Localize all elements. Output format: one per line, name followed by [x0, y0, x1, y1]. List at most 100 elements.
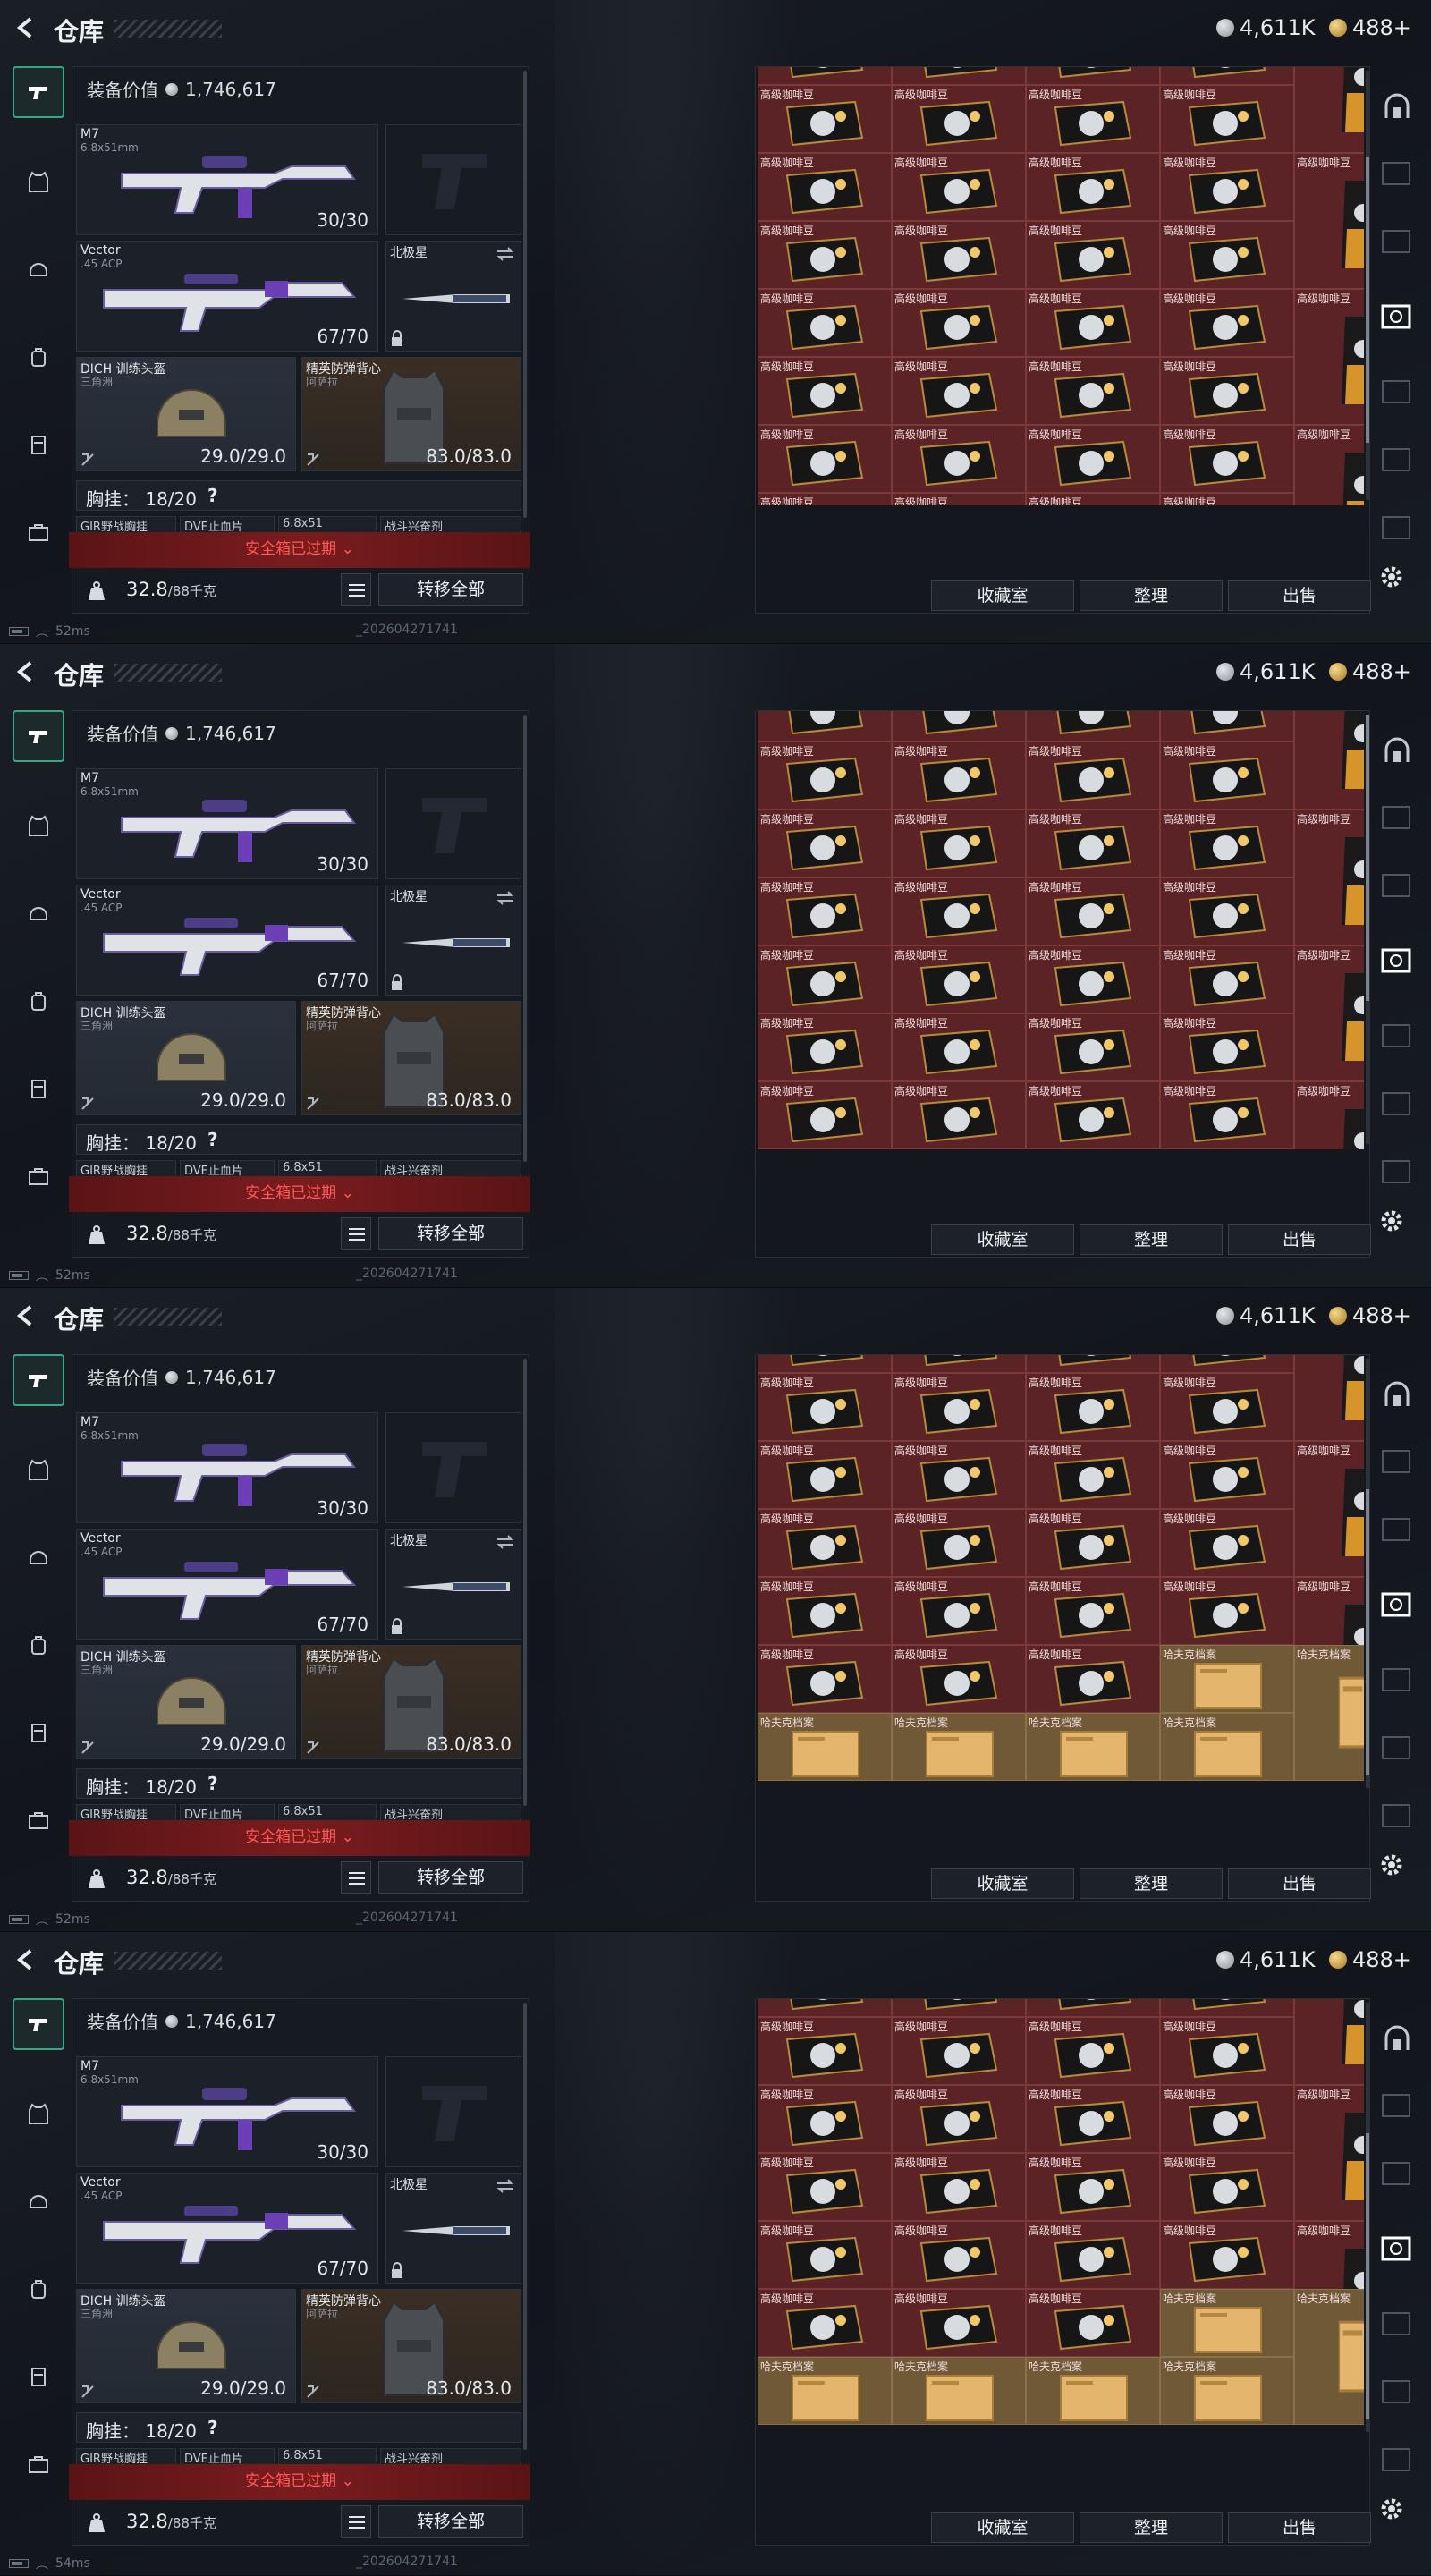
- coffee-item[interactable]: 高级咖啡豆: [892, 221, 1026, 289]
- coffee-item[interactable]: 高级咖啡豆: [892, 711, 1026, 741]
- stash-scroll-thumb[interactable]: [1366, 715, 1369, 1001]
- coffee-item[interactable]: 高级咖啡豆: [1026, 711, 1160, 741]
- gear-icon[interactable]: [1378, 2496, 1405, 2522]
- nav-armor[interactable]: [13, 1444, 64, 1496]
- coffee-item[interactable]: 高级咖啡豆: [1026, 221, 1160, 289]
- nav-weapons[interactable]: [13, 66, 64, 118]
- gear-icon[interactable]: [1378, 1852, 1405, 1878]
- helmet-slot[interactable]: DICH 训练头盔 三角洲 29.0/29.0: [76, 2289, 296, 2403]
- melee-slot[interactable]: 北极星: [385, 1529, 521, 1640]
- coffee-item[interactable]: 高级咖啡豆: [1160, 2085, 1294, 2153]
- nav-briefcase[interactable]: [13, 1794, 64, 1846]
- coffee-item[interactable]: 高级咖啡豆: [758, 1999, 892, 2017]
- storage-arch-icon[interactable]: [1379, 1377, 1415, 1410]
- coffee-item[interactable]: 高级咖啡豆: [758, 357, 892, 425]
- back-icon[interactable]: [14, 1304, 38, 1327]
- coffee-item[interactable]: 高级咖啡豆: [1160, 945, 1294, 1013]
- sidearm-slot[interactable]: [385, 768, 521, 879]
- help-icon[interactable]: ?: [207, 1773, 218, 1794]
- coffee-item[interactable]: 高级咖啡豆: [1026, 1509, 1160, 1577]
- coffee-item[interactable]: 高级咖啡豆: [1294, 1999, 1364, 2085]
- list-view-button[interactable]: [341, 573, 371, 606]
- loadout-scrollbar[interactable]: [523, 71, 527, 518]
- swap-icon[interactable]: [495, 2179, 515, 2193]
- coffee-item[interactable]: 高级咖啡豆: [758, 1013, 892, 1081]
- armor-slot[interactable]: 精英防弹背心 阿萨拉 83.0/83.0: [301, 1001, 521, 1115]
- coffee-item[interactable]: 高级咖啡豆: [1160, 1081, 1294, 1149]
- coffee-item[interactable]: 高级咖啡豆: [758, 153, 892, 221]
- loadout-scrollbar[interactable]: [523, 1359, 527, 1806]
- melee-slot[interactable]: 北极星: [385, 885, 521, 996]
- dossier-item[interactable]: 哈夫克档案: [758, 1713, 892, 1781]
- safebox-expired-banner[interactable]: 安全箱已过期 ⌄: [69, 1820, 530, 1856]
- coffee-item[interactable]: 高级咖啡豆: [1160, 357, 1294, 425]
- primary-weapon-slot[interactable]: M7 6.8x51mm 30/30: [76, 1412, 378, 1523]
- sort-button[interactable]: 整理: [1080, 2512, 1223, 2543]
- coffee-item[interactable]: 高级咖啡豆: [892, 1373, 1026, 1441]
- dossier-item[interactable]: 哈夫克档案: [1026, 2357, 1160, 2425]
- stash-tab-icon[interactable]: [1379, 1664, 1415, 1696]
- coffee-item[interactable]: 高级咖啡豆: [892, 357, 1026, 425]
- help-icon[interactable]: ?: [207, 1129, 218, 1150]
- coffee-item[interactable]: 高级咖啡豆: [758, 2017, 892, 2085]
- nav-weapons[interactable]: [13, 1354, 64, 1406]
- dossier-item[interactable]: 哈夫克档案: [1294, 1645, 1364, 1781]
- help-icon[interactable]: ?: [207, 485, 218, 506]
- stash-tab-icon[interactable]: [1379, 376, 1415, 408]
- coffee-item[interactable]: 高级咖啡豆: [758, 289, 892, 357]
- coffee-item[interactable]: 高级咖啡豆: [1026, 2153, 1160, 2221]
- secondary-weapon-slot[interactable]: Vector .45 ACP 67/70: [76, 1529, 378, 1640]
- stash-tab-icon[interactable]: [1379, 1513, 1415, 1546]
- coffee-item[interactable]: 高级咖啡豆: [758, 2221, 892, 2289]
- coffee-item[interactable]: 高级咖啡豆: [1160, 2221, 1294, 2289]
- nav-briefcase[interactable]: [13, 2438, 64, 2490]
- collection-button[interactable]: 收藏室: [931, 1868, 1074, 1899]
- storage-arch-icon[interactable]: [1379, 2021, 1415, 2054]
- sort-button[interactable]: 整理: [1080, 1868, 1223, 1899]
- coffee-item[interactable]: 高级咖啡豆: [892, 1013, 1026, 1081]
- safebox-expired-banner[interactable]: 安全箱已过期 ⌄: [69, 2464, 530, 2500]
- coffee-item[interactable]: 高级咖啡豆: [758, 1373, 892, 1441]
- safebox-expired-banner[interactable]: 安全箱已过期 ⌄: [69, 1176, 530, 1212]
- coffee-item[interactable]: 高级咖啡豆: [1160, 153, 1294, 221]
- dossier-item[interactable]: 哈夫克档案: [1160, 2289, 1294, 2357]
- nav-armor[interactable]: [13, 800, 64, 852]
- coffee-item[interactable]: 高级咖啡豆: [1160, 221, 1294, 289]
- sell-button[interactable]: 出售: [1228, 580, 1371, 611]
- coffee-item[interactable]: 高级咖啡豆: [1026, 357, 1160, 425]
- nav-armor[interactable]: [13, 156, 64, 208]
- transfer-all-button[interactable]: 转移全部: [378, 2505, 523, 2538]
- dossier-item[interactable]: 哈夫克档案: [1160, 1645, 1294, 1713]
- swap-icon[interactable]: [495, 247, 515, 261]
- stash-tab-icon[interactable]: [1379, 2444, 1415, 2476]
- dossier-item[interactable]: 哈夫克档案: [892, 2357, 1026, 2425]
- chest-rig-row[interactable]: 胸挂： 18/20 ?: [76, 1124, 521, 1155]
- back-icon[interactable]: [14, 1948, 38, 1971]
- coffee-item[interactable]: 高级咖啡豆: [758, 2153, 892, 2221]
- coffee-item[interactable]: 高级咖啡豆: [1160, 2017, 1294, 2085]
- list-view-button[interactable]: [341, 1217, 371, 1250]
- stash-scroll-thumb[interactable]: [1366, 1489, 1369, 1775]
- coffee-item[interactable]: 高级咖啡豆: [892, 877, 1026, 945]
- coffee-item[interactable]: 高级咖啡豆: [892, 809, 1026, 877]
- coffee-item[interactable]: 高级咖啡豆: [1026, 67, 1160, 85]
- coffee-item[interactable]: 高级咖啡豆: [1160, 1509, 1294, 1577]
- nav-rig[interactable]: [13, 1063, 64, 1114]
- coffee-item[interactable]: 高级咖啡豆: [1160, 877, 1294, 945]
- collection-button[interactable]: 收藏室: [931, 1224, 1074, 1255]
- primary-weapon-slot[interactable]: M7 6.8x51mm 30/30: [76, 768, 378, 879]
- coffee-item[interactable]: 高级咖啡豆: [892, 2017, 1026, 2085]
- gear-icon[interactable]: [1378, 564, 1405, 590]
- dossier-item[interactable]: 哈夫克档案: [1294, 2289, 1364, 2425]
- storage-arch-icon[interactable]: [1379, 733, 1415, 766]
- coffee-item[interactable]: 高级咖啡豆: [758, 2289, 892, 2357]
- gold-balance[interactable]: 488+: [1329, 1302, 1411, 1329]
- sort-button[interactable]: 整理: [1080, 580, 1223, 611]
- stash-tab-active-icon[interactable]: [1379, 301, 1415, 333]
- coffee-item[interactable]: 高级咖啡豆: [1026, 1355, 1160, 1373]
- coffee-item[interactable]: 高级咖啡豆: [1026, 1373, 1160, 1441]
- helmet-slot[interactable]: DICH 训练头盔 三角洲 29.0/29.0: [76, 1001, 296, 1115]
- coffee-item[interactable]: 高级咖啡豆: [1026, 153, 1160, 221]
- swap-icon[interactable]: [495, 1535, 515, 1549]
- stash-tab-icon[interactable]: [1379, 2157, 1415, 2190]
